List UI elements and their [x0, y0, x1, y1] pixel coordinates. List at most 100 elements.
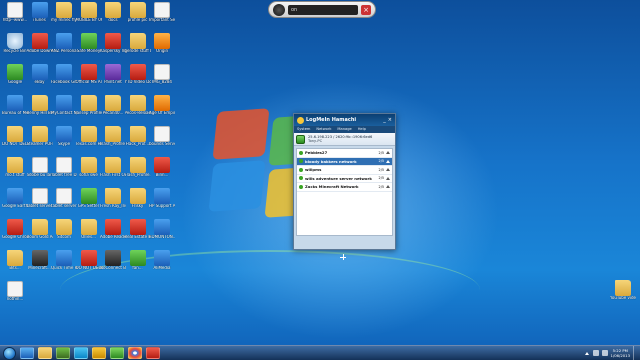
collapse-arrow-icon[interactable]	[386, 176, 390, 180]
desktop-icon[interactable]: Quick Time Player	[51, 250, 77, 271]
desktop-icon[interactable]: profile pic	[125, 2, 151, 23]
desktop-icon[interactable]: HP Support Assistant	[149, 188, 175, 209]
collapse-arrow-icon[interactable]	[386, 159, 390, 163]
desktop-icon[interactable]: Recycle Bin	[2, 33, 28, 54]
explorer-taskbar-icon[interactable]	[38, 347, 52, 359]
desktop-icon[interactable]: Origin	[149, 33, 175, 54]
desktop-icon[interactable]: nothin...	[2, 281, 28, 302]
desktop-icon[interactable]: Important Server S...	[149, 2, 175, 23]
show-hidden-icons-icon[interactable]	[584, 351, 589, 355]
desktop-icon[interactable]: GPS Setter	[76, 188, 102, 209]
close-icon[interactable]: ×	[388, 117, 392, 123]
desktop-icon[interactable]: iTunes	[27, 2, 53, 23]
network-icon[interactable]	[592, 350, 599, 356]
desktop-icon[interactable]: Flash First CO ...	[100, 157, 126, 178]
ytd-taskbar-icon[interactable]	[146, 347, 160, 359]
desktop-icon[interactable]: Adobe Downloa...	[27, 33, 53, 54]
desktop-icon[interactable]: DO NOT DELETE	[2, 126, 28, 147]
power-button[interactable]	[296, 134, 305, 144]
desktop-icon[interactable]: Texas.com Hack entb...	[76, 126, 102, 147]
desktop-icon[interactable]: Binn...	[149, 157, 175, 178]
desktop-icon[interactable]: ANZ Persona...	[51, 33, 77, 54]
desktop-icon[interactable]: docs	[100, 2, 126, 23]
hamachi-taskbar-icon[interactable]	[92, 347, 106, 359]
desktop-icon[interactable]: Sitcom	[51, 219, 77, 240]
desktop-icon[interactable]: EDMONTON...	[149, 219, 175, 240]
menu-system[interactable]: System	[294, 126, 313, 133]
desktop-icon[interactable]: tablet server GDrive...	[51, 188, 77, 209]
desktop-icon[interactable]: Real Estate Properties...	[125, 219, 151, 240]
desktop-icon[interactable]: Tablet tree Data-Video...	[51, 157, 77, 178]
desktop-icon[interactable]: tablet server MacDonald ...	[27, 188, 53, 209]
desktop-icon[interactable]: Bureau of Meteorolo...	[2, 95, 28, 116]
desktop-icon[interactable]: Benny Hill Brewery-PE...	[27, 95, 53, 116]
minimize-icon[interactable]: _	[383, 117, 386, 123]
desktop-icon[interactable]: Flash_Profile Drone_...	[100, 126, 126, 147]
clock[interactable]: 5:22 PM 1/06/2013	[611, 348, 630, 358]
menu-network[interactable]: Network	[313, 126, 334, 133]
desktop-icon[interactable]: sofia swe	[76, 157, 102, 178]
desktop-icon[interactable]: Flash_Profile...	[125, 157, 151, 178]
desktop-icon[interactable]: my minec fly NOT DELETE	[51, 2, 77, 23]
desktop-icon[interactable]: AliMedia	[149, 250, 175, 271]
desktop-icon[interactable]: YTD Video Downloader	[125, 64, 151, 85]
network-row[interactable]: wills adventure server network 2/5	[297, 175, 392, 183]
network-row[interactable]: Pebbles27 2/5	[297, 149, 392, 158]
network-row[interactable]: willpms 2/5	[297, 166, 392, 175]
desktop-icon[interactable]: NoConnect Bot	[100, 250, 126, 271]
start-button[interactable]	[3, 346, 16, 360]
media-player-bar[interactable]: on ×	[268, 1, 376, 18]
desktop-icon[interactable]: Jailsep Profile...	[76, 95, 102, 116]
network-row[interactable]: bloody bakkers network 2/5	[297, 157, 392, 166]
network-row[interactable]: Zacks Minecraft Network 2/5	[297, 183, 392, 192]
desktop-icon[interactable]: Google Earth	[2, 188, 28, 209]
desktop-icon[interactable]: Minecraft...	[27, 250, 53, 271]
desktop-icon[interactable]: Facebook Gift	[51, 64, 77, 85]
hamachi-window[interactable]: LogMeIn Hamachi _ × System Network Manag…	[293, 113, 396, 250]
chrome-taskbar-icon[interactable]	[128, 347, 142, 359]
desktop-icon[interactable]: Frisky	[125, 188, 151, 209]
desktop-icon[interactable]: bounds Server.exe	[149, 126, 175, 147]
window-titlebar[interactable]: LogMeIn Hamachi _ ×	[294, 114, 395, 126]
desktop-icon[interactable]: gerode stuff Don't delete	[125, 33, 151, 54]
desktop-icon[interactable]: Hack_Prof...	[125, 126, 151, 147]
minecraft-taskbar-icon[interactable]	[56, 347, 70, 359]
desktop-icon[interactable]: http--www...	[2, 2, 28, 23]
desktop-icon[interactable]: mo.t stuff	[2, 157, 28, 178]
desktop-icon[interactable]: MyContact Net Jessa...	[51, 95, 77, 116]
desktop-icon[interactable]: Pecos-Reloaded	[125, 95, 151, 116]
collapse-arrow-icon[interactable]	[386, 151, 390, 155]
desktop-icon[interactable]: Adobe Reader X	[100, 219, 126, 240]
desktop-icon[interactable]: MOBILE BY 0666	[76, 2, 102, 23]
desktop-icon[interactable]: Pecan40...	[100, 95, 126, 116]
desktop-icon[interactable]: Boom Gold Adobe Reader...	[27, 219, 53, 240]
desktop-icon[interactable]: Paint.net	[100, 64, 126, 85]
desktop-icon-youtube-videos[interactable]: YouTube videos	[610, 280, 636, 301]
desktop-icon[interactable]: Bits...	[2, 250, 28, 271]
desktop-icon[interactable]: Safe Money	[76, 33, 102, 54]
collapse-arrow-icon[interactable]	[386, 185, 390, 189]
power-icon[interactable]	[273, 3, 285, 16]
menu-help[interactable]: Help	[355, 126, 369, 133]
desktop-icon[interactable]: fan...	[125, 250, 151, 271]
desktop-icon[interactable]: Fresh Ray_Install...	[100, 188, 126, 209]
utorrent-taskbar-icon[interactable]	[110, 347, 124, 359]
desktop-icon[interactable]: Steamer PUFFDE D...	[27, 126, 53, 147]
desktop-icon[interactable]: eBay	[27, 64, 53, 85]
desktop-icon[interactable]: Ollies...	[76, 219, 102, 240]
menu-manage[interactable]: Manage	[334, 126, 354, 133]
volume-icon[interactable]	[601, 350, 608, 356]
desktop-icon[interactable]: DO NOT DELETE 2 L...	[76, 250, 102, 271]
close-icon[interactable]: ×	[361, 4, 371, 15]
collapse-arrow-icon[interactable]	[386, 168, 390, 172]
desktop-icon[interactable]: Google	[2, 64, 28, 85]
show-desktop-button[interactable]	[633, 346, 638, 360]
desktop-icon[interactable]: Skype	[51, 126, 77, 147]
desktop-icon[interactable]: Google Chrome	[2, 219, 28, 240]
desktop-icon[interactable]: Official MS Ar Rh...	[76, 64, 102, 85]
desktop-icon[interactable]: IMG_8284	[149, 64, 175, 85]
desktop-icon[interactable]: Kaspersky Internet Se...	[100, 33, 126, 54]
desktop-icon[interactable]: Age Of Empires 2 ...	[149, 95, 175, 116]
desktop-icon[interactable]: adobe bu lan update	[27, 157, 53, 178]
skype-taskbar-icon[interactable]	[74, 347, 88, 359]
